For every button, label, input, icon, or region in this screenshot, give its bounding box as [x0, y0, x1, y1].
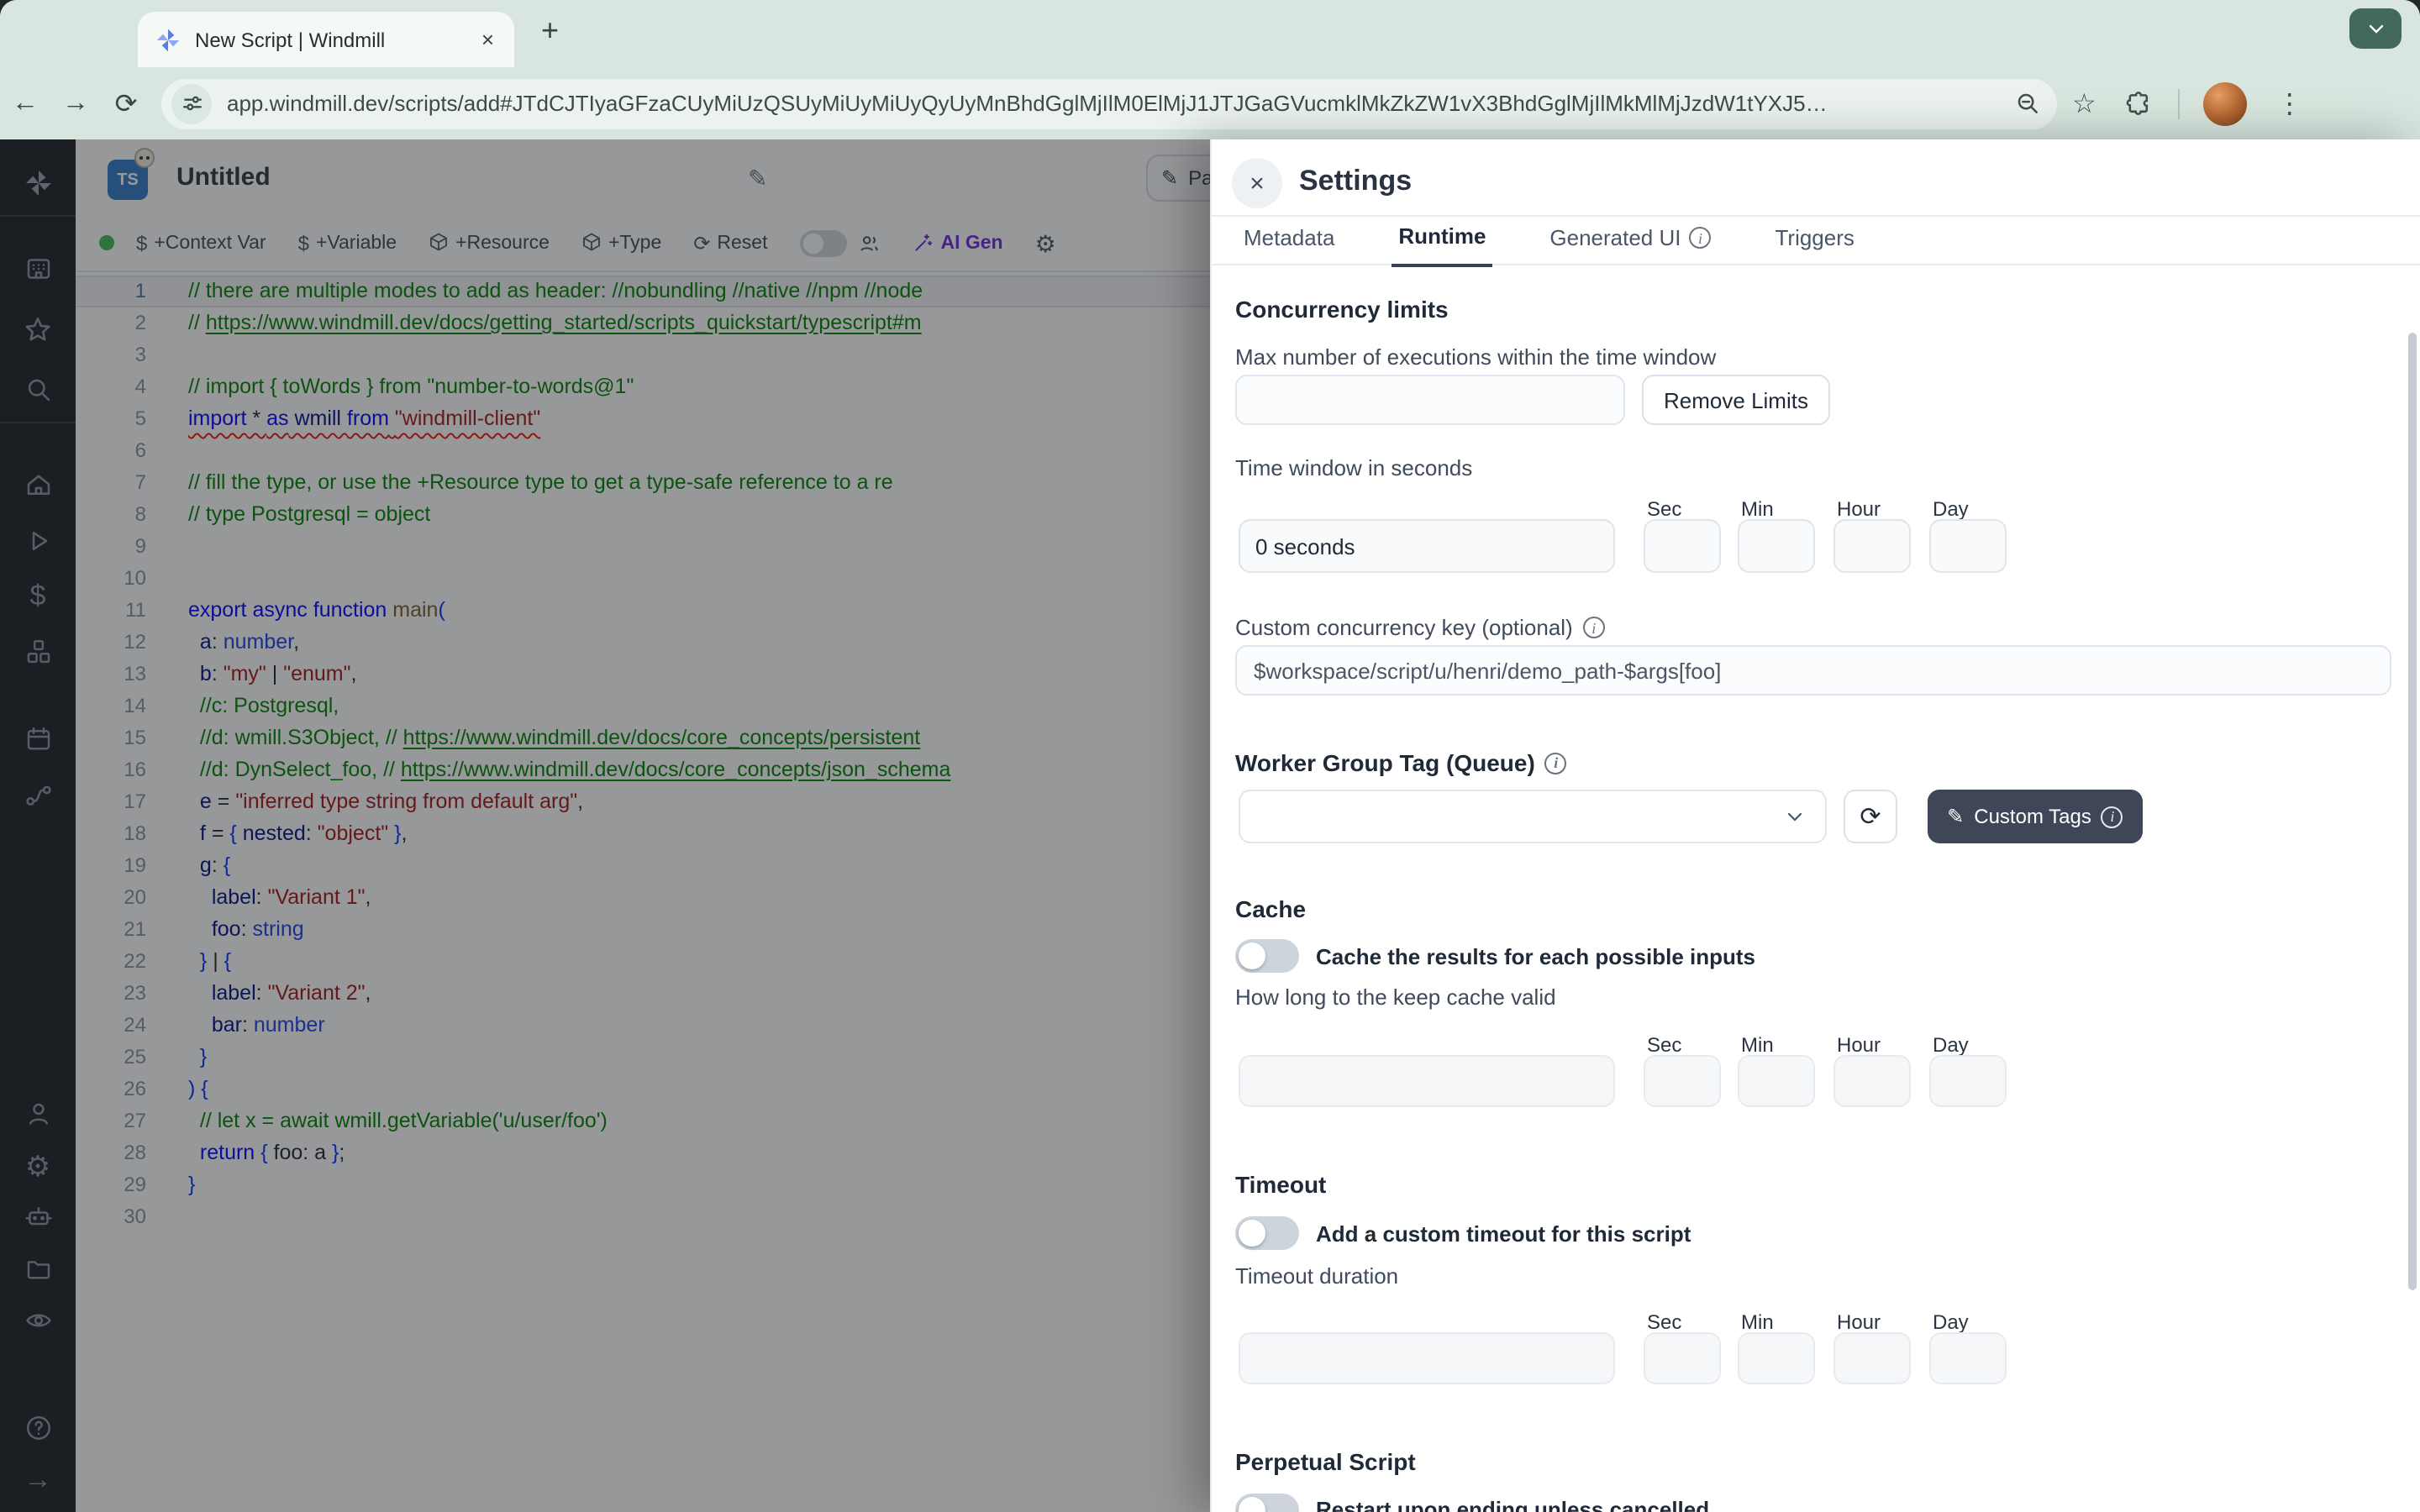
- perpetual-toggle-label: Restart upon ending unless cancelled: [1316, 1497, 1709, 1512]
- unit-label-day: Day: [1933, 1033, 1969, 1057]
- tune-icon: [181, 92, 203, 114]
- cache-toggle[interactable]: [1235, 939, 1299, 973]
- refresh-tags-button[interactable]: ⟳: [1844, 790, 1897, 843]
- cache-min-input[interactable]: [1738, 1055, 1815, 1107]
- unit-label-min: Min: [1741, 1310, 1774, 1334]
- cache-duration-label: How long to the keep cache valid: [1235, 984, 1556, 1010]
- unit-label-hour: Hour: [1837, 497, 1881, 521]
- concurrency-key-input[interactable]: [1235, 645, 2391, 696]
- reload-button[interactable]: ⟳: [101, 87, 151, 120]
- browser-toolbar: ← → ⟳ app.windmill.dev/scripts/add#JTdCJ…: [0, 67, 2420, 139]
- perpetual-toggle[interactable]: [1235, 1494, 1299, 1512]
- cache-sec-input[interactable]: [1644, 1055, 1721, 1107]
- unit-label-sec: Sec: [1647, 1033, 1681, 1057]
- settings-tabs: Metadata Runtime Generated UIi Triggers: [1212, 217, 2420, 265]
- windmill-favicon: [155, 26, 182, 53]
- unit-label-day: Day: [1933, 1310, 1969, 1334]
- custom-tags-label: Custom Tags: [1974, 805, 2091, 828]
- browser-tab[interactable]: New Script | Windmill ×: [138, 12, 514, 67]
- url-text[interactable]: app.windmill.dev/scripts/add#JTdCJTIyaGF…: [227, 91, 2002, 116]
- tab-strip: New Script | Windmill × +: [0, 0, 2420, 67]
- time-window-input[interactable]: 0 seconds: [1239, 519, 1615, 573]
- toolbar-separator: [2179, 88, 2181, 118]
- unit-label-min: Min: [1741, 497, 1774, 521]
- perpetual-heading: Perpetual Script: [1235, 1448, 1416, 1475]
- extensions-icon[interactable]: [2127, 90, 2154, 117]
- unit-label-sec: Sec: [1647, 497, 1681, 521]
- time-window-hour-input[interactable]: [1833, 519, 1911, 573]
- info-icon[interactable]: i: [1545, 752, 1567, 774]
- browser-window: New Script | Windmill × + ← → ⟳ app.wind…: [0, 0, 2420, 1512]
- cache-day-input[interactable]: [1929, 1055, 2007, 1107]
- worker-group-select[interactable]: [1239, 790, 1827, 843]
- timeout-day-input[interactable]: [1929, 1332, 2007, 1384]
- app-content: $ ⚙ → TS Untitled ✎ ✎Pa $+Context Var: [0, 139, 2420, 1512]
- chevron-down-icon: [1785, 806, 1805, 827]
- time-window-sec-input[interactable]: [1644, 519, 1721, 573]
- pencil-icon: ✎: [1947, 805, 1964, 828]
- close-icon[interactable]: ×: [1232, 158, 1282, 208]
- worker-group-heading-row: Worker Group Tag (Queue) i: [1235, 749, 1567, 776]
- cache-duration-input[interactable]: [1239, 1055, 1615, 1107]
- zoom-out-icon[interactable]: [2015, 91, 2040, 116]
- tab-search-button[interactable]: [2349, 8, 2402, 49]
- remove-limits-button[interactable]: Remove Limits: [1642, 375, 1830, 425]
- unit-label-hour: Hour: [1837, 1310, 1881, 1334]
- unit-label-min: Min: [1741, 1033, 1774, 1057]
- worker-group-heading: Worker Group Tag (Queue): [1235, 749, 1535, 776]
- time-window-label: Time window in seconds: [1235, 455, 1472, 480]
- time-window-min-input[interactable]: [1738, 519, 1815, 573]
- info-icon: i: [1690, 227, 1712, 249]
- timeout-sec-input[interactable]: [1644, 1332, 1721, 1384]
- back-button[interactable]: ←: [0, 88, 50, 118]
- bookmark-star-icon[interactable]: ☆: [2072, 87, 2096, 120]
- tab-metadata[interactable]: Metadata: [1237, 225, 1341, 265]
- timeout-min-input[interactable]: [1738, 1332, 1815, 1384]
- info-icon[interactable]: i: [1583, 617, 1605, 638]
- tab-generated-ui[interactable]: Generated UIi: [1543, 225, 1718, 265]
- site-info-icon[interactable]: [171, 83, 212, 123]
- max-executions-label: Max number of executions within the time…: [1235, 344, 1716, 370]
- unit-label-day: Day: [1933, 497, 1969, 521]
- address-bar[interactable]: app.windmill.dev/scripts/add#JTdCJTIyaGF…: [161, 78, 2057, 129]
- cache-heading: Cache: [1235, 895, 1306, 922]
- timeout-duration-label: Timeout duration: [1235, 1263, 1398, 1289]
- tab-title: New Script | Windmill: [195, 28, 478, 51]
- time-window-day-input[interactable]: [1929, 519, 2007, 573]
- profile-avatar[interactable]: [2204, 81, 2248, 125]
- cache-hour-input[interactable]: [1833, 1055, 1911, 1107]
- drawer-scrollbar[interactable]: [2408, 333, 2417, 1290]
- settings-title: Settings: [1299, 165, 1412, 198]
- info-icon: i: [2102, 806, 2123, 827]
- timeout-toggle[interactable]: [1235, 1216, 1299, 1250]
- concurrency-key-label-row: Custom concurrency key (optional) i: [1235, 615, 1605, 640]
- unit-label-hour: Hour: [1837, 1033, 1881, 1057]
- browser-menu-icon[interactable]: ⋮: [2276, 87, 2303, 120]
- new-tab-button[interactable]: +: [541, 15, 559, 45]
- settings-drawer: × Settings Metadata Runtime Generated UI…: [1210, 139, 2420, 1512]
- forward-button[interactable]: →: [50, 88, 101, 118]
- cache-toggle-label: Cache the results for each possible inpu…: [1316, 944, 1755, 969]
- concurrency-key-label: Custom concurrency key (optional): [1235, 615, 1573, 640]
- concurrency-heading: Concurrency limits: [1235, 296, 1449, 323]
- timeout-heading: Timeout: [1235, 1171, 1326, 1198]
- tab-runtime[interactable]: Runtime: [1392, 223, 1492, 267]
- tab-close-icon[interactable]: ×: [478, 27, 497, 52]
- modal-dim-overlay[interactable]: [0, 139, 1210, 1512]
- chevron-down-icon: [2365, 18, 2386, 39]
- timeout-duration-input[interactable]: [1239, 1332, 1615, 1384]
- timeout-toggle-label: Add a custom timeout for this script: [1316, 1221, 1691, 1247]
- unit-label-sec: Sec: [1647, 1310, 1681, 1334]
- tab-triggers[interactable]: Triggers: [1769, 225, 1861, 265]
- timeout-hour-input[interactable]: [1833, 1332, 1911, 1384]
- max-executions-input[interactable]: [1235, 375, 1625, 425]
- custom-tags-button[interactable]: ✎ Custom Tags i: [1928, 790, 2143, 843]
